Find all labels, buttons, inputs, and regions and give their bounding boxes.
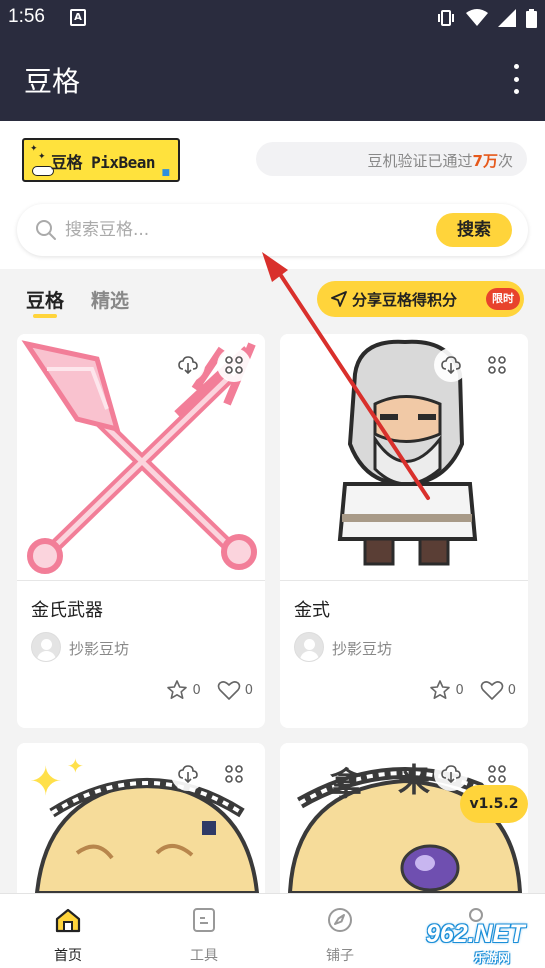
watermark-sub: 乐游网 [474,951,511,965]
tool-icon [193,908,215,932]
watermark-text: 962.NET [426,920,525,948]
home-icon [55,908,81,933]
nav-shop[interactable]: 铺子 [272,894,408,968]
nav-tools[interactable]: 工具 [136,894,272,968]
nav-tools-label: 工具 [190,948,218,964]
nav-home-label: 首页 [54,948,82,964]
watermark: 962.NET 乐游网 [412,916,542,966]
nav-shop-label: 铺子 [326,948,354,964]
nav-home[interactable]: 首页 [0,894,136,968]
compass-icon [328,908,352,932]
annotation-arrow [262,252,430,500]
